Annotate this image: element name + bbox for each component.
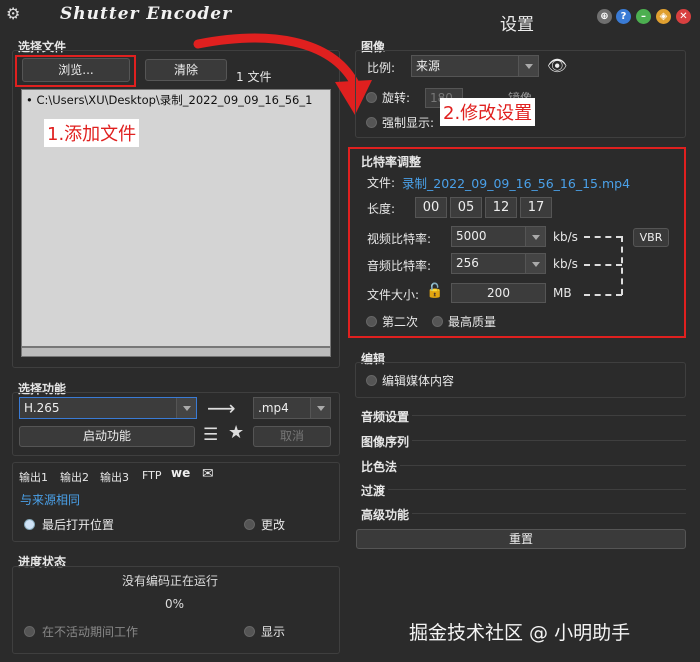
progress-status: 没有编码正在运行: [122, 574, 219, 588]
maximize-icon[interactable]: ◈: [656, 9, 671, 24]
chevron-down-icon: [310, 398, 330, 418]
best-quality-label: 最高质量: [448, 315, 497, 329]
idle-work-checkbox[interactable]: [24, 626, 35, 637]
gear-icon[interactable]: ⚙: [6, 6, 22, 22]
idle-work-label: 在不活动期间工作: [42, 625, 139, 639]
tab-output3[interactable]: 输出3: [100, 469, 129, 485]
ratio-label: 比例:: [367, 61, 396, 75]
container-value: .mp4: [258, 401, 289, 415]
codec-select[interactable]: H.265: [19, 397, 197, 419]
link-line: [621, 236, 623, 295]
video-bitrate-label: 视频比特率:: [367, 232, 432, 246]
colorimetry-section[interactable]: 比色法: [361, 458, 397, 475]
video-bitrate-value: 5000: [456, 229, 487, 243]
length-frames[interactable]: 17: [520, 197, 552, 218]
tab-ftp[interactable]: FTP: [142, 469, 162, 482]
force-display-checkbox[interactable]: [366, 117, 377, 128]
annotation-arrow: [193, 33, 372, 115]
audio-bitrate-select[interactable]: 256: [451, 253, 546, 274]
video-unit: kb/s: [553, 230, 578, 244]
watermark: 掘金技术社区 @ 小明助手: [409, 622, 631, 644]
edit-media-label: 编辑媒体内容: [382, 374, 455, 388]
tab-output1[interactable]: 输出1: [19, 469, 48, 485]
ratio-value: 来源: [416, 59, 441, 73]
codec-value: H.265: [24, 401, 60, 415]
file-label: 文件:: [367, 176, 396, 190]
file-size-input[interactable]: 200: [451, 283, 546, 303]
reset-button[interactable]: 重置: [356, 529, 686, 549]
show-checkbox[interactable]: [244, 626, 255, 637]
same-as-source-link[interactable]: 与来源相同: [20, 491, 80, 508]
image-sequence-section[interactable]: 图像序列: [361, 433, 409, 450]
change-radio[interactable]: [244, 519, 255, 530]
unlock-icon[interactable]: 🔓: [426, 283, 443, 299]
length-hours[interactable]: 00: [415, 197, 447, 218]
link-line: [584, 264, 622, 266]
ratio-select[interactable]: 来源: [411, 55, 539, 77]
chevron-down-icon: [176, 398, 196, 418]
link-line: [584, 294, 622, 296]
size-unit: MB: [553, 286, 572, 300]
start-function-button[interactable]: 启动功能: [19, 426, 195, 447]
advanced-section[interactable]: 高级功能: [361, 506, 409, 523]
vbr-button[interactable]: VBR: [633, 228, 669, 247]
divider: [400, 465, 686, 466]
close-icon[interactable]: ✕: [676, 9, 691, 24]
wetransfer-icon[interactable]: we: [171, 466, 190, 480]
rotate-checkbox[interactable]: [366, 92, 377, 103]
settings-title: 设置: [500, 15, 534, 35]
container-select[interactable]: .mp4: [253, 397, 331, 419]
minimize-icon[interactable]: –: [636, 9, 651, 24]
change-label[interactable]: 更改: [261, 516, 285, 533]
add-file-annotation: 1.添加文件: [44, 119, 140, 147]
add-file-highlight: [15, 55, 136, 87]
eye-icon[interactable]: 👁: [547, 56, 567, 75]
best-quality-checkbox[interactable]: [432, 316, 443, 327]
show-label[interactable]: 显示: [261, 623, 285, 640]
force-display-label: 强制显示:: [382, 116, 435, 130]
edit-media-checkbox[interactable]: [366, 375, 377, 386]
list-icon[interactable]: ☰: [203, 425, 218, 445]
mail-icon[interactable]: ✉: [202, 466, 214, 482]
chevron-down-icon: [525, 254, 545, 273]
bitrate-section-label: 比特率调整: [361, 155, 422, 169]
app-title: Shutter Encoder: [60, 4, 233, 24]
divider: [412, 513, 686, 514]
file-name: 录制_2022_09_09_16_56_16_15.mp4: [402, 176, 631, 191]
audio-bitrate-label: 音频比特率:: [367, 259, 432, 273]
length-seconds[interactable]: 12: [485, 197, 517, 218]
horizontal-scrollbar[interactable]: [21, 347, 331, 357]
arrow-right-icon: ⟶: [207, 396, 236, 420]
tab-output2[interactable]: 输出2: [60, 469, 89, 485]
star-icon[interactable]: ★: [228, 423, 244, 443]
open-location-checkbox[interactable]: [24, 519, 35, 530]
file-size-label: 文件大小:: [367, 288, 420, 302]
audio-bitrate-value: 256: [456, 256, 479, 270]
video-bitrate-select[interactable]: 5000: [451, 226, 546, 247]
transitions-section[interactable]: 过渡: [361, 482, 385, 499]
open-location-label: 最后打开位置: [42, 518, 115, 532]
length-label: 长度:: [367, 202, 396, 216]
second-pass-label: 第二次: [382, 315, 419, 329]
link-line: [584, 236, 622, 238]
help-icon[interactable]: ?: [616, 9, 631, 24]
divider: [412, 440, 686, 441]
second-pass-checkbox[interactable]: [366, 316, 377, 327]
audio-unit: kb/s: [553, 257, 578, 271]
modify-settings-annotation: 2.修改设置: [440, 98, 536, 126]
expand-icon[interactable]: ⊕: [597, 9, 612, 24]
divider: [412, 415, 686, 416]
chevron-down-icon: [518, 56, 538, 76]
audio-settings-section[interactable]: 音频设置: [361, 408, 409, 425]
cancel-button[interactable]: 取消: [253, 426, 331, 447]
chevron-down-icon: [525, 227, 545, 246]
rotate-label: 旋转:: [382, 91, 411, 105]
progress-percent: 0%: [165, 597, 185, 611]
length-minutes[interactable]: 05: [450, 197, 482, 218]
divider: [388, 489, 686, 490]
